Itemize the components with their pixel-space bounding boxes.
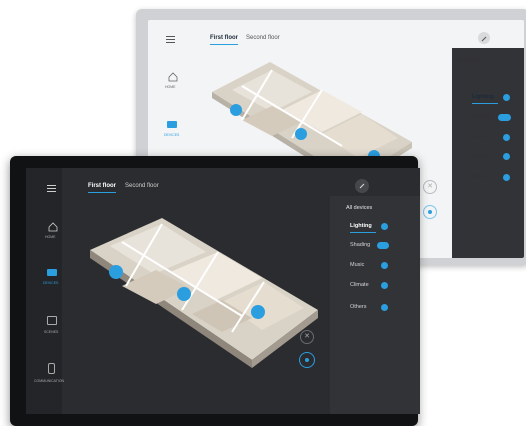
nav-home-label[interactable]: HOME	[165, 85, 176, 89]
badge-lighting	[381, 223, 388, 230]
active-tab-underline	[88, 192, 116, 193]
light-pin-3	[251, 305, 265, 319]
dark-panel-screen: First floor Second floor HOME DEVICES SC…	[26, 168, 420, 414]
selected-underline	[350, 232, 376, 233]
badge-others	[381, 304, 388, 311]
devices-icon[interactable]	[167, 121, 177, 128]
active-tab-underline	[210, 44, 238, 45]
badge-lighting	[503, 94, 510, 101]
badge-climate	[503, 153, 510, 160]
badge-climate	[381, 282, 388, 289]
menu-item-lighting[interactable]: Lighting	[350, 223, 372, 229]
close-icon[interactable]: ✕	[423, 180, 437, 194]
light-pin-2	[295, 128, 307, 140]
menu-item-music[interactable]: Music	[472, 134, 486, 140]
floor-plan-3d-dark[interactable]	[82, 202, 322, 370]
tab-second-floor[interactable]: Second floor	[125, 183, 159, 189]
badge-shading	[498, 114, 511, 121]
tab-first-floor[interactable]: First floor	[210, 35, 238, 41]
light-pin-1	[109, 265, 123, 279]
selected-underline	[472, 103, 498, 104]
menu-item-music[interactable]: Music	[350, 262, 364, 268]
nav-home-label[interactable]: HOME	[45, 235, 56, 239]
badge-music	[503, 134, 510, 141]
hamburger-menu-icon[interactable]	[166, 36, 175, 43]
home-icon[interactable]	[168, 72, 178, 82]
nav-scenes-label[interactable]: SCENES	[44, 330, 58, 334]
home-icon[interactable]	[48, 222, 58, 232]
menu-item-climate[interactable]: Climate	[472, 153, 491, 159]
light-pin-1	[230, 104, 242, 116]
menu-item-lighting[interactable]: Lighting	[472, 94, 494, 100]
communication-icon[interactable]	[48, 363, 55, 374]
nav-devices-label[interactable]: DEVICES	[164, 133, 179, 137]
all-devices-title: All devices	[457, 57, 484, 63]
menu-item-others[interactable]: Others	[472, 174, 489, 180]
menu-item-shading[interactable]: Shading	[472, 114, 492, 120]
menu-item-others[interactable]: Others	[350, 304, 367, 310]
hamburger-menu-icon[interactable]	[47, 185, 56, 192]
menu-item-shading[interactable]: Shading	[350, 242, 370, 248]
tab-first-floor[interactable]: First floor	[88, 183, 116, 189]
edit-pencil-icon[interactable]	[478, 32, 490, 44]
badge-shading	[377, 242, 389, 249]
devices-icon[interactable]	[47, 269, 57, 276]
nav-communication-label[interactable]: COMMUNICATION	[34, 379, 64, 383]
scenes-icon[interactable]	[47, 316, 57, 325]
tab-second-floor[interactable]: Second floor	[246, 35, 280, 41]
close-icon[interactable]: ✕	[300, 330, 314, 344]
target-icon[interactable]	[423, 205, 437, 219]
menu-item-climate[interactable]: Climate	[350, 282, 369, 288]
target-icon[interactable]	[299, 352, 315, 368]
badge-music	[381, 262, 388, 269]
edit-pencil-icon[interactable]	[355, 179, 369, 193]
nav-devices-label[interactable]: DEVICES	[43, 281, 58, 285]
light-pin-2	[177, 287, 191, 301]
all-devices-title: All devices	[346, 205, 373, 211]
badge-others	[503, 174, 510, 181]
dark-left-nav	[26, 168, 62, 414]
